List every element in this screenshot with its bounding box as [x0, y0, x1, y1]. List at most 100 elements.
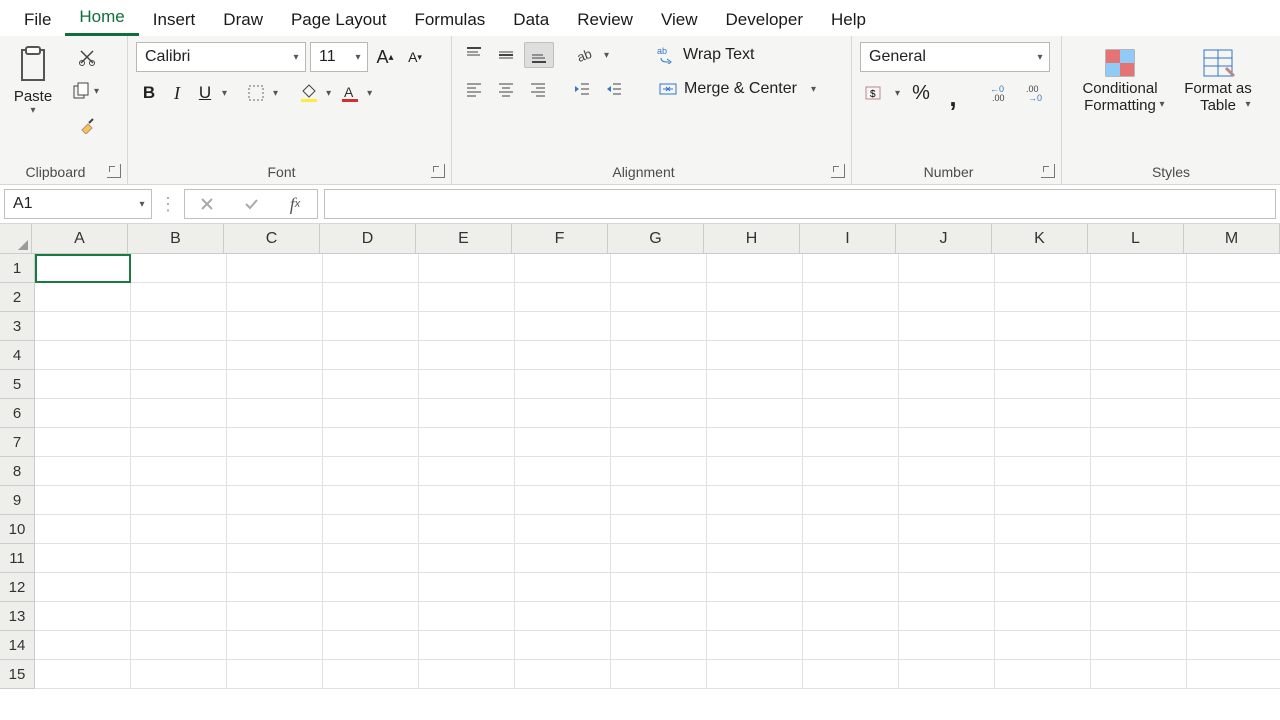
- cell[interactable]: [227, 602, 323, 631]
- cell[interactable]: [131, 428, 227, 457]
- cell[interactable]: [611, 573, 707, 602]
- dialog-launcher-icon[interactable]: [831, 164, 845, 178]
- cell[interactable]: [227, 573, 323, 602]
- row-header[interactable]: 5: [0, 370, 35, 399]
- number-format-combo[interactable]: General ▾: [860, 42, 1050, 72]
- cell[interactable]: [35, 312, 131, 341]
- cell[interactable]: [227, 283, 323, 312]
- row-header[interactable]: 14: [0, 631, 35, 660]
- cell[interactable]: [1091, 660, 1187, 689]
- increase-decimal-button[interactable]: ←0.00: [986, 80, 1017, 106]
- cell[interactable]: [803, 312, 899, 341]
- percent-button[interactable]: %: [908, 80, 934, 106]
- cell[interactable]: [131, 631, 227, 660]
- align-center-button[interactable]: [492, 76, 520, 102]
- cell[interactable]: [1187, 370, 1280, 399]
- cell[interactable]: [899, 486, 995, 515]
- cell[interactable]: [131, 457, 227, 486]
- column-header[interactable]: E: [416, 224, 512, 254]
- cell[interactable]: [611, 631, 707, 660]
- row-header[interactable]: 2: [0, 283, 35, 312]
- cell[interactable]: [227, 631, 323, 660]
- cell[interactable]: [1091, 428, 1187, 457]
- copy-button[interactable]: ▾: [68, 78, 105, 104]
- cell[interactable]: [35, 283, 131, 312]
- cell[interactable]: [35, 573, 131, 602]
- cell[interactable]: [899, 428, 995, 457]
- cell[interactable]: [995, 283, 1091, 312]
- tab-file[interactable]: File: [10, 4, 65, 36]
- cell[interactable]: [611, 486, 707, 515]
- cell[interactable]: [1187, 254, 1280, 283]
- cell[interactable]: [515, 660, 611, 689]
- cell[interactable]: [131, 486, 227, 515]
- tab-developer[interactable]: Developer: [712, 4, 818, 36]
- cell[interactable]: [803, 254, 899, 283]
- increase-indent-button[interactable]: [600, 76, 628, 102]
- column-header[interactable]: G: [608, 224, 704, 254]
- cell[interactable]: [131, 370, 227, 399]
- cell[interactable]: [1091, 254, 1187, 283]
- cell[interactable]: [1187, 631, 1280, 660]
- tab-home[interactable]: Home: [65, 1, 138, 36]
- cell[interactable]: [419, 341, 515, 370]
- cell[interactable]: [35, 370, 131, 399]
- cell[interactable]: [707, 515, 803, 544]
- cell[interactable]: [1187, 283, 1280, 312]
- cell[interactable]: [1187, 457, 1280, 486]
- chevron-down-icon[interactable]: ▾: [809, 84, 818, 95]
- insert-function-button[interactable]: fx: [273, 189, 317, 219]
- cell[interactable]: [1091, 341, 1187, 370]
- cell[interactable]: [899, 660, 995, 689]
- chevron-down-icon[interactable]: ▾: [271, 88, 280, 99]
- cell[interactable]: [1187, 515, 1280, 544]
- cell[interactable]: [995, 341, 1091, 370]
- paste-button[interactable]: Paste ▾: [8, 42, 58, 121]
- cell[interactable]: [1091, 544, 1187, 573]
- cell[interactable]: [611, 370, 707, 399]
- formula-input[interactable]: [324, 189, 1276, 219]
- column-header[interactable]: B: [128, 224, 224, 254]
- cell[interactable]: [227, 341, 323, 370]
- row-header[interactable]: 3: [0, 312, 35, 341]
- name-box[interactable]: A1 ▾: [4, 189, 152, 219]
- cell[interactable]: [995, 457, 1091, 486]
- italic-button[interactable]: I: [164, 80, 190, 106]
- cell[interactable]: [515, 370, 611, 399]
- cell[interactable]: [35, 515, 131, 544]
- row-header[interactable]: 10: [0, 515, 35, 544]
- cell[interactable]: [419, 486, 515, 515]
- cell[interactable]: [227, 254, 323, 283]
- cell[interactable]: [899, 254, 995, 283]
- cell[interactable]: [803, 457, 899, 486]
- cell[interactable]: [35, 254, 131, 283]
- cell[interactable]: [419, 399, 515, 428]
- dialog-launcher-icon[interactable]: [1041, 164, 1055, 178]
- cell[interactable]: [419, 515, 515, 544]
- cell[interactable]: [707, 544, 803, 573]
- tab-draw[interactable]: Draw: [209, 4, 277, 36]
- align-bottom-button[interactable]: [524, 42, 554, 68]
- cell[interactable]: [419, 457, 515, 486]
- cell[interactable]: [803, 370, 899, 399]
- column-header[interactable]: A: [32, 224, 128, 254]
- cut-button[interactable]: [74, 44, 100, 70]
- decrease-font-button[interactable]: A▾: [402, 44, 428, 70]
- cell[interactable]: [323, 283, 419, 312]
- cell[interactable]: [323, 254, 419, 283]
- chevron-down-icon[interactable]: ▾: [602, 50, 611, 61]
- cell[interactable]: [419, 544, 515, 573]
- chevron-down-icon[interactable]: ▾: [220, 88, 229, 99]
- row-header[interactable]: 12: [0, 573, 35, 602]
- column-header[interactable]: F: [512, 224, 608, 254]
- cell[interactable]: [1187, 660, 1280, 689]
- cell[interactable]: [131, 399, 227, 428]
- cell[interactable]: [419, 573, 515, 602]
- row-header[interactable]: 4: [0, 341, 35, 370]
- cell[interactable]: [35, 631, 131, 660]
- cell[interactable]: [995, 515, 1091, 544]
- tab-view[interactable]: View: [647, 4, 712, 36]
- cell[interactable]: [515, 428, 611, 457]
- row-header[interactable]: 13: [0, 602, 35, 631]
- cell[interactable]: [803, 399, 899, 428]
